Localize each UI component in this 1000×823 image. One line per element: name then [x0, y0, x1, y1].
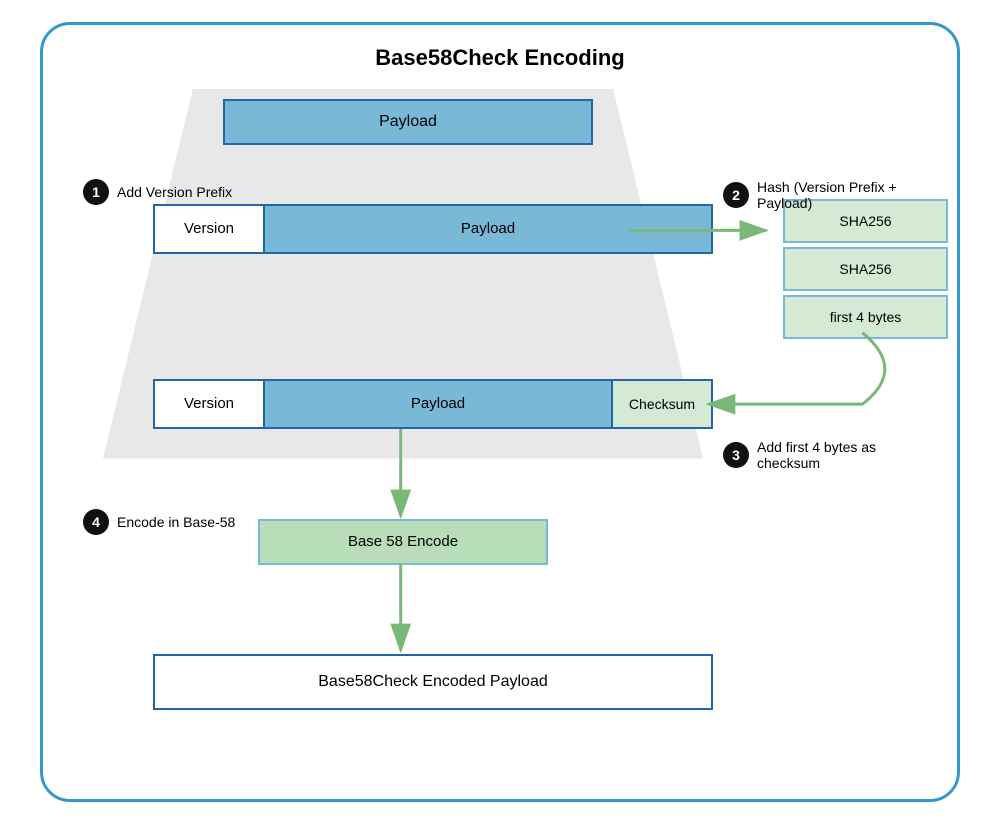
row2-box: Version Payload Checksum: [153, 379, 713, 429]
step4-label: 4 Encode in Base-58: [83, 509, 235, 535]
payload-top-box: Payload: [223, 99, 593, 145]
row2-version: Version: [155, 381, 265, 427]
main-container: Base58Check Encoding Payload 1 Add Versi…: [40, 22, 960, 802]
step1-label: 1 Add Version Prefix: [83, 179, 232, 205]
hash-box-sha256-2: SHA256: [783, 247, 948, 291]
base58-encode-box: Base 58 Encode: [258, 519, 548, 565]
row1-box: Version Payload: [153, 204, 713, 254]
step4-circle: 4: [83, 509, 109, 535]
final-encoded-box: Base58Check Encoded Payload: [153, 654, 713, 710]
row1-version: Version: [155, 206, 265, 252]
row1-payload: Payload: [265, 206, 711, 252]
diagram-area: Payload 1 Add Version Prefix Version Pay…: [73, 89, 927, 769]
hash-box-first4bytes: first 4 bytes: [783, 295, 948, 339]
step3-label: 3 Add first 4 bytes as checksum: [723, 439, 927, 471]
step2-circle: 2: [723, 182, 749, 208]
row2-payload: Payload: [265, 381, 611, 427]
page-title: Base58Check Encoding: [73, 45, 927, 71]
step2-label: 2 Hash (Version Prefix + Payload): [723, 179, 927, 211]
arrow-hash-to-checksum: [709, 332, 885, 403]
hash-column: SHA256 SHA256 first 4 bytes: [783, 199, 948, 343]
step1-circle: 1: [83, 179, 109, 205]
row2-checksum: Checksum: [611, 381, 711, 427]
step3-circle: 3: [723, 442, 749, 468]
